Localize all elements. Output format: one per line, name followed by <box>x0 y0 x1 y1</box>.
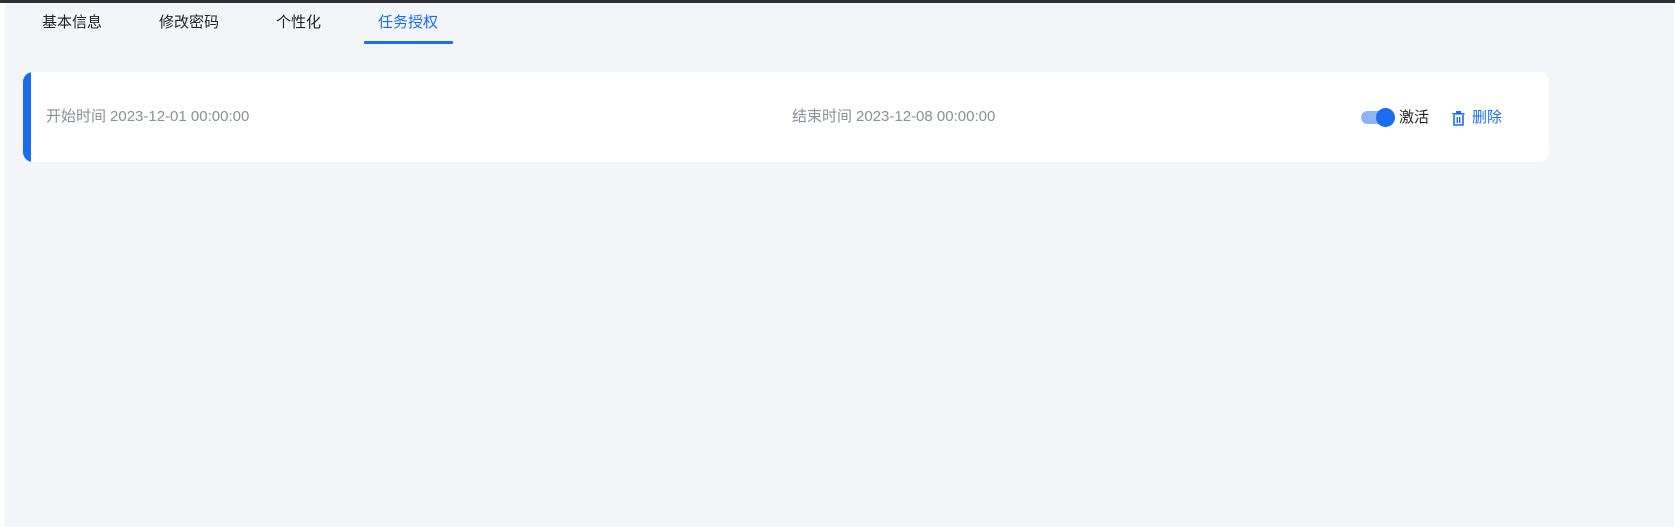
end-time-label: 结束时间 <box>792 108 853 125</box>
end-time-value: 2023-12-08 00:00:00 <box>856 108 996 125</box>
activate-toggle[interactable] <box>1361 108 1395 127</box>
tab-basic-info[interactable]: 基本信息 <box>42 13 102 33</box>
start-time-label: 开始时间 <box>46 108 107 125</box>
active-tab-indicator <box>364 41 453 44</box>
tab-change-password[interactable]: 修改密码 <box>159 13 219 33</box>
card-accent-bar <box>23 72 31 162</box>
start-time-value: 2023-12-01 00:00:00 <box>110 108 250 125</box>
settings-page: 基本信息 修改密码 个性化 任务授权 开始时间 2023-12-01 00:00:… <box>5 3 1674 527</box>
end-time: 结束时间 2023-12-08 00:00:00 <box>792 107 995 127</box>
trash-icon <box>1452 110 1465 126</box>
delete-label: 删除 <box>1472 109 1503 126</box>
toggle-knob <box>1376 108 1395 127</box>
activate-label: 激活 <box>1399 109 1430 126</box>
delete-button[interactable]: 删除 <box>1452 108 1502 128</box>
tab-personalization[interactable]: 个性化 <box>276 13 321 33</box>
tab-task-authorization[interactable]: 任务授权 <box>378 13 438 33</box>
tab-bar: 基本信息 修改密码 个性化 任务授权 <box>5 3 1674 45</box>
task-authorization-card: 开始时间 2023-12-01 00:00:00 结束时间 2023-12-08 0… <box>23 72 1549 162</box>
start-time: 开始时间 2023-12-01 00:00:00 <box>46 107 249 127</box>
